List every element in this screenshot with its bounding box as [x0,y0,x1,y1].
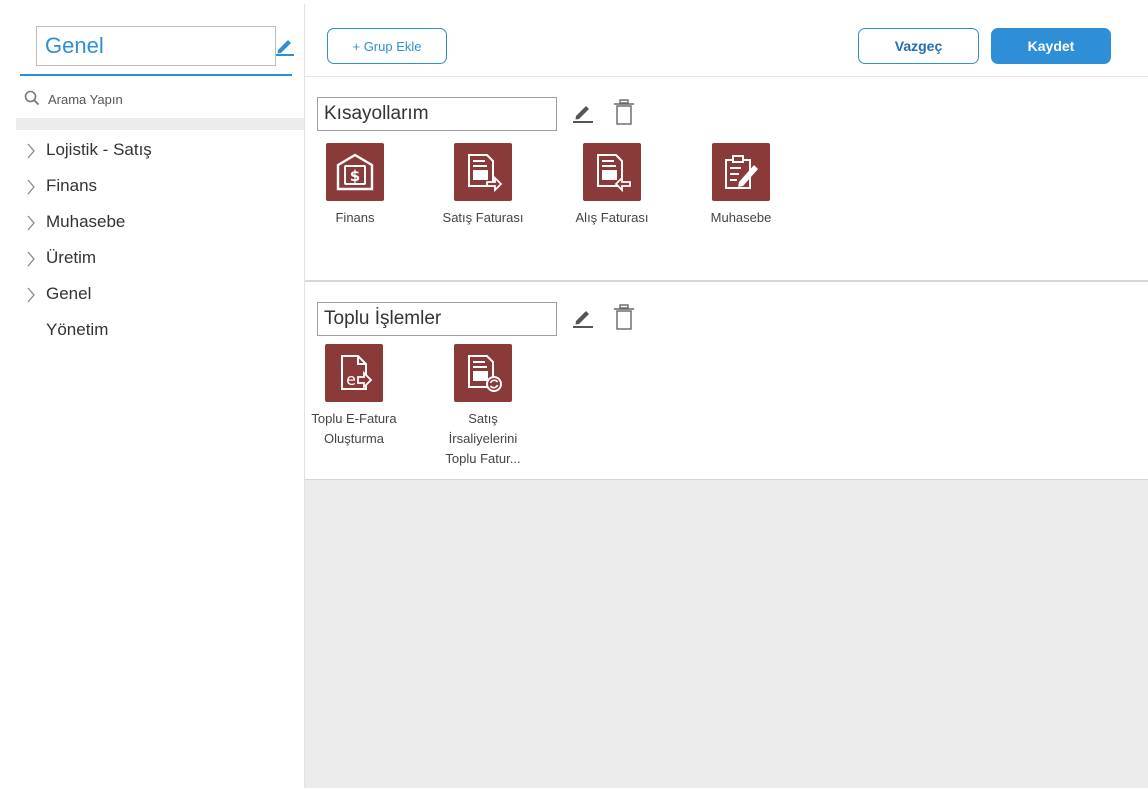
tree-item-lojistik-satis[interactable]: Lojistik - Satış [16,134,304,170]
chevron-right-icon [27,287,35,303]
tree-item-uretim[interactable]: Üretim [16,242,304,278]
save-button[interactable]: Kaydet [991,28,1111,64]
tree-item-label: Finans [46,176,98,195]
tree-item-label: Genel [46,284,92,303]
chevron-right-icon [27,251,35,267]
dollar-house-icon: $ [326,143,384,201]
tree-item-label: Yönetim [46,320,109,339]
chevron-right-icon [27,143,35,159]
search-input[interactable] [48,86,288,112]
tree-item-label: Muhasebe [46,212,126,231]
shortcut-group: Toplu İşlemler e Toplu E-Fatura Oluşturm… [305,282,1148,480]
tree-item-label: Lojistik - Satış [46,140,152,159]
search-divider [16,118,304,130]
tree-item-label: Üretim [46,248,97,267]
shortcut-label: Alış Faturası [575,210,649,225]
sidebar: Lojistik - Satış Finans Muhasebe Üretim … [8,4,305,788]
shortcut-toplu-e-fatura[interactable]: e Toplu E-Fatura Oluşturma [305,344,403,449]
tree-item-genel[interactable]: Genel [16,278,304,314]
shortcut-satis-faturasi[interactable]: Satış Faturası [433,143,533,228]
search-icon [24,90,40,106]
module-tree: Lojistik - Satış Finans Muhasebe Üretim … [16,134,304,350]
pencil-icon[interactable] [571,306,595,328]
shortcut-finans[interactable]: $ Finans [305,143,405,228]
tree-item-yonetim[interactable]: Yönetim [16,314,304,350]
shortcut-label: Finans [335,210,375,225]
ledger-edit-icon [712,143,770,201]
shortcut-label: Toplu E-Fatura Oluşturma [311,411,397,446]
shortcut-label: Muhasebe [710,210,772,225]
chevron-right-icon [27,215,35,231]
invoice-in-icon [583,143,641,201]
toolbar: + Grup Ekle Vazgeç Kaydet [305,4,1148,77]
e-invoice-icon: e [325,344,383,402]
tree-item-muhasebe[interactable]: Muhasebe [16,206,304,242]
pencil-icon[interactable] [571,101,595,123]
invoice-out-icon [454,143,512,201]
workspace: + Grup Ekle Vazgeç Kaydet Kısayollarım $… [305,4,1148,788]
svg-text:$: $ [350,167,360,185]
tree-item-finans[interactable]: Finans [16,170,304,206]
shortcut-satis-irsaliyelerini[interactable]: Satış İrsaliyelerini Toplu Fatur... [433,344,533,469]
shortcut-group: Kısayollarım $ Finans Satış Faturası Alı… [305,77,1148,282]
group-title-field[interactable]: Toplu İşlemler [317,302,557,336]
svg-text:e: e [346,370,356,389]
cancel-button[interactable]: Vazgeç [858,28,979,64]
pencil-icon[interactable] [274,36,296,56]
group-name-field[interactable] [36,26,276,66]
trash-icon[interactable] [613,99,635,125]
invoice-refresh-icon [454,344,512,402]
shortcut-alis-faturasi[interactable]: Alış Faturası [562,143,662,228]
shortcut-muhasebe[interactable]: Muhasebe [691,143,791,228]
shortcut-label: Satış İrsaliyelerini Toplu Fatur... [445,411,521,466]
chevron-right-icon [27,179,35,195]
search-box[interactable] [20,84,304,118]
add-group-button[interactable]: + Grup Ekle [327,28,447,64]
group-name-underline [20,74,292,76]
trash-icon[interactable] [613,304,635,330]
shortcut-label: Satış Faturası [442,210,524,225]
group-name-input[interactable] [37,27,275,65]
group-title-field[interactable]: Kısayollarım [317,97,557,131]
